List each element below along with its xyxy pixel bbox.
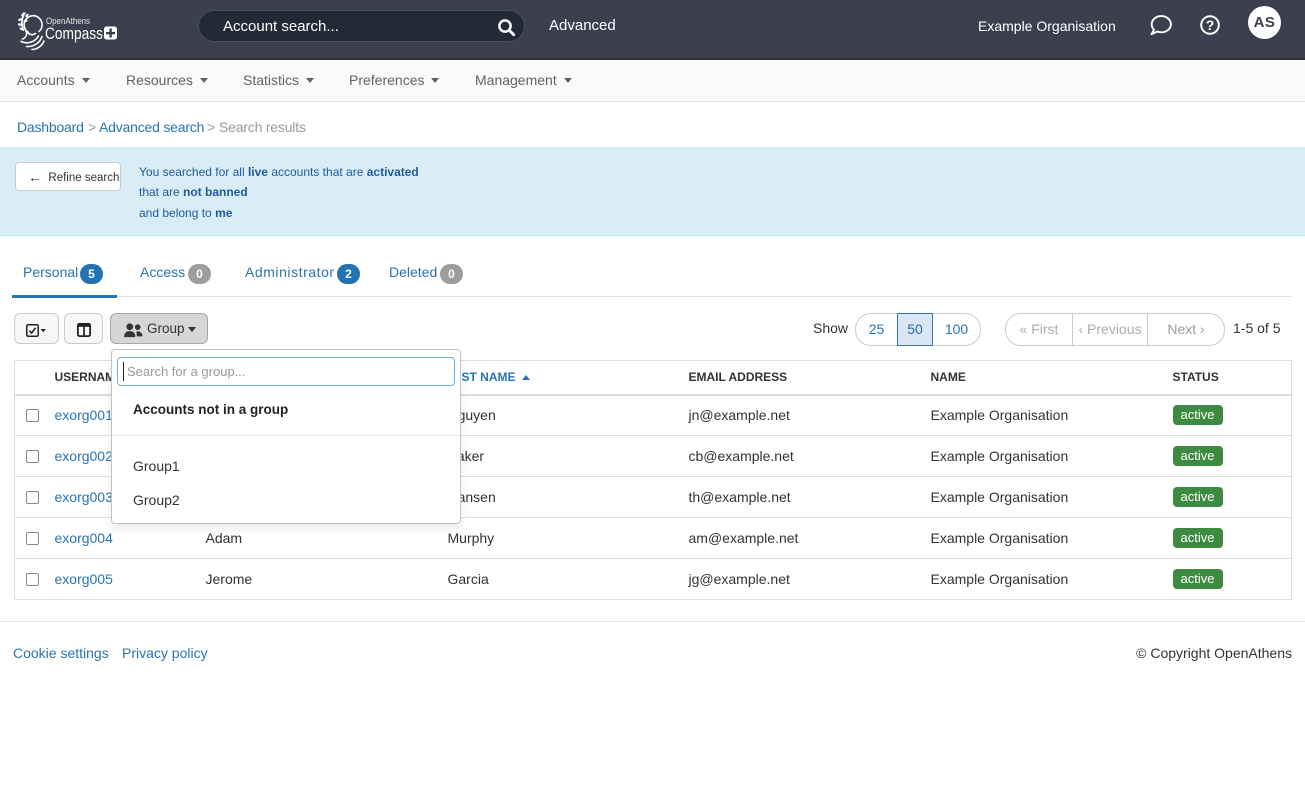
svg-text:Compass: Compass <box>45 24 103 43</box>
svg-text:?: ? <box>1206 17 1215 33</box>
